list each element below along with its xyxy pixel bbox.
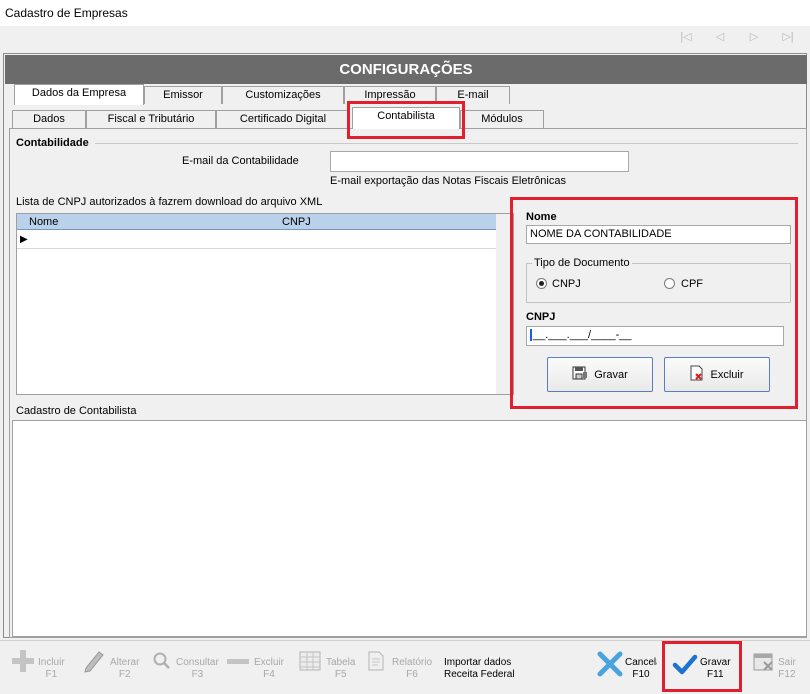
cnpj-input[interactable]: __.___.___/____-__ [526, 326, 784, 346]
excluir-button[interactable]: Excluir F4 [226, 648, 284, 688]
delete-document-icon [690, 365, 704, 384]
importar-receita-button[interactable]: Importar dados Receita Federal [444, 648, 515, 688]
window-title: Cadastro de Empresas [5, 6, 128, 20]
consultar-label: Consultar [176, 657, 219, 668]
incluir-label: Incluir [38, 657, 65, 668]
exit-icon [752, 648, 776, 679]
cancelar-label: Cancelar [625, 657, 657, 668]
tabela-key: F5 [334, 669, 347, 680]
column-header-cnpj[interactable]: CNPJ [282, 216, 311, 228]
cnpj-list-label: Lista de CNPJ autorizados à fazrem downl… [16, 196, 323, 208]
email-label: E-mail da Contabilidade [182, 155, 299, 167]
text-cursor [530, 329, 532, 342]
cadastro-contabilista-box[interactable] [12, 420, 807, 637]
table-row[interactable]: ▶ [17, 231, 496, 249]
excluir-contabilista-label: Excluir [710, 368, 744, 381]
importar-label-line1: Importar dados [444, 657, 512, 668]
tab-fiscal-e-tributario[interactable]: Fiscal e Tributário [86, 110, 216, 128]
relatorio-button[interactable]: Relatório F6 [366, 648, 432, 688]
radio-cnpj[interactable] [536, 278, 547, 289]
cancelar-button[interactable]: CancelarF10 [597, 648, 657, 688]
relatorio-key: F6 [406, 669, 418, 680]
cnpj-label: CNPJ [526, 311, 556, 323]
excluir-key: F4 [263, 669, 275, 680]
highlight-gravar-button [662, 641, 742, 692]
report-icon [366, 648, 386, 677]
radio-cpf[interactable] [664, 278, 675, 289]
gravar-contabilista-label: Gravar [594, 368, 628, 381]
alterar-button[interactable]: Alterar F2 [82, 648, 139, 688]
tabela-label: Tabela [326, 657, 356, 668]
tipo-documento-label: Tipo de Documento [532, 257, 632, 269]
section-label-contabilidade: Contabilidade [16, 137, 89, 149]
tab-certificado-digital[interactable]: Certificado Digital [216, 110, 350, 128]
tab-modulos[interactable]: Módulos [460, 110, 544, 128]
sair-key: F12 [778, 669, 796, 680]
minus-icon [226, 648, 250, 677]
column-header-nome[interactable]: Nome [29, 216, 58, 228]
consultar-key: F3 [191, 669, 204, 680]
pencil-icon [82, 648, 106, 677]
radio-cpf-label[interactable]: CPF [681, 278, 703, 290]
previous-record-icon[interactable]: ◁ [710, 30, 730, 44]
alterar-key: F2 [118, 669, 131, 680]
sair-button[interactable]: Sair F12 [752, 648, 796, 688]
first-record-icon[interactable]: |◁ [676, 30, 696, 44]
cancel-x-icon [597, 648, 623, 681]
last-record-icon[interactable]: ▷| [778, 30, 798, 44]
excluir-contabilista-button[interactable]: Excluir [664, 357, 770, 392]
email-hint: E-mail exportação das Notas Fiscais Elet… [330, 175, 566, 187]
radio-cnpj-label[interactable]: CNPJ [552, 278, 581, 290]
table-icon [299, 648, 321, 677]
grid-header: Nome CNPJ [17, 214, 496, 230]
alterar-label: Alterar [110, 657, 140, 668]
save-disk-icon [572, 366, 588, 383]
incluir-button[interactable]: Incluir F1 [10, 648, 65, 688]
page-header: CONFIGURAÇÕES [5, 55, 807, 84]
sair-label: Sair [778, 657, 796, 668]
tab-customizacoes[interactable]: Customizações [222, 86, 344, 104]
title-bar: Cadastro de Empresas [0, 0, 810, 26]
next-record-icon[interactable]: ▷ [744, 30, 764, 44]
relatorio-label: Relatório [392, 657, 433, 668]
nome-label: Nome [526, 211, 557, 223]
highlight-tab-contabilista [347, 101, 465, 139]
row-pointer-icon: ▶ [20, 234, 28, 245]
email-input[interactable] [330, 151, 629, 172]
magnifier-icon [152, 648, 172, 677]
excluir-label: Excluir [254, 657, 285, 668]
cadastro-label: Cadastro de Contabilista [16, 405, 137, 417]
cnpj-mask: __.___.___/____-__ [533, 329, 632, 341]
tab-dados-da-empresa[interactable]: Dados da Empresa [14, 84, 144, 105]
incluir-key: F1 [45, 669, 58, 680]
plus-icon [10, 648, 36, 677]
importar-label-line2: Receita Federal [444, 669, 515, 680]
consultar-button[interactable]: Consultar F3 [152, 648, 219, 688]
tabela-button[interactable]: Tabela F5 [299, 648, 355, 688]
cancelar-key: F10 [632, 669, 650, 680]
tab-dados[interactable]: Dados [12, 110, 86, 128]
gravar-contabilista-button[interactable]: Gravar [547, 357, 653, 392]
tab-emissor[interactable]: Emissor [144, 86, 222, 104]
section-divider [95, 143, 798, 144]
nome-input[interactable]: NOME DA CONTABILIDADE [526, 225, 791, 244]
